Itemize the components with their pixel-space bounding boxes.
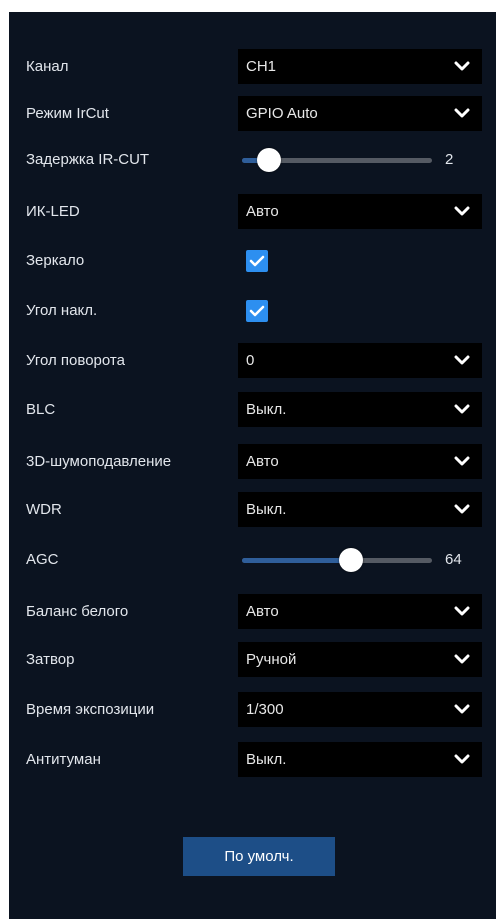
select-value: Авто	[246, 453, 279, 470]
white-balance-select[interactable]: Авто	[238, 594, 482, 629]
setting-row-shutter: Затвор Ручной	[9, 642, 496, 678]
setting-label-dnr-3d: 3D-шумоподавление	[26, 453, 172, 470]
setting-label-agc: AGC	[26, 551, 59, 568]
chevron-down-icon	[454, 754, 470, 764]
checkmark-icon	[249, 255, 265, 267]
channel-select[interactable]: CH1	[238, 49, 482, 84]
setting-label-white-balance: Баланс белого	[26, 603, 129, 620]
setting-row-agc: AGC 64	[9, 542, 496, 578]
setting-row-ir-led: ИК-LED Авто	[9, 194, 496, 230]
exposure-time-select[interactable]: 1/300	[238, 692, 482, 727]
checkmark-icon	[249, 305, 265, 317]
ircut-mode-select[interactable]: GPIO Auto	[238, 96, 482, 131]
select-value: Авто	[246, 203, 279, 220]
setting-row-wdr: WDR Выкл.	[9, 492, 496, 528]
defog-select[interactable]: Выкл.	[238, 742, 482, 777]
chevron-down-icon	[454, 206, 470, 216]
setting-label-channel: Канал	[26, 58, 69, 75]
rotation-select[interactable]: 0	[238, 343, 482, 378]
chevron-down-icon	[454, 504, 470, 514]
setting-label-flip: Угол накл.	[26, 302, 98, 319]
chevron-down-icon	[454, 704, 470, 714]
chevron-down-icon	[454, 456, 470, 466]
setting-row-defog: Антитуман Выкл.	[9, 742, 496, 778]
setting-row-rotation: Угол поворота 0	[9, 343, 496, 379]
chevron-down-icon	[454, 606, 470, 616]
setting-row-ircut-mode: Режим IrCut GPIO Auto	[9, 96, 496, 132]
setting-label-mirror: Зеркало	[26, 252, 85, 269]
setting-row-flip: Угол накл.	[9, 293, 496, 329]
flip-checkbox[interactable]	[246, 300, 268, 322]
setting-row-dnr-3d: 3D-шумоподавление Авто	[9, 444, 496, 480]
setting-label-ir-led: ИК-LED	[26, 203, 80, 220]
setting-row-exposure-time: Время экспозиции 1/300	[9, 692, 496, 728]
setting-label-ircut-delay: Задержка IR-CUT	[26, 151, 150, 168]
ircut-delay-slider[interactable]	[242, 142, 432, 178]
slider-thumb[interactable]	[257, 148, 281, 172]
setting-row-white-balance: Баланс белого Авто	[9, 594, 496, 630]
setting-row-blc: BLC Выкл.	[9, 392, 496, 428]
chevron-down-icon	[454, 61, 470, 71]
select-value: CH1	[246, 58, 277, 75]
chevron-down-icon	[454, 654, 470, 664]
select-value: Выкл.	[246, 751, 287, 768]
ir-led-select[interactable]: Авто	[238, 194, 482, 229]
shutter-select[interactable]: Ручной	[238, 642, 482, 677]
setting-row-channel: Канал CH1	[9, 49, 496, 85]
slider-thumb[interactable]	[339, 548, 363, 572]
select-value: Выкл.	[246, 501, 287, 518]
default-button[interactable]: По умолч.	[183, 837, 335, 876]
dnr-3d-select[interactable]: Авто	[238, 444, 482, 479]
select-value: 0	[246, 352, 255, 369]
setting-label-wdr: WDR	[26, 501, 62, 518]
select-value: Авто	[246, 603, 279, 620]
mirror-checkbox[interactable]	[246, 250, 268, 272]
select-value: Выкл.	[246, 401, 287, 418]
select-value: Ручной	[246, 651, 297, 668]
setting-label-defog: Антитуман	[26, 751, 101, 768]
chevron-down-icon	[454, 404, 470, 414]
agc-slider[interactable]	[242, 542, 432, 578]
setting-row-ircut-delay: Задержка IR-CUT 2	[9, 142, 496, 178]
setting-label-exposure-time: Время экспозиции	[26, 701, 155, 718]
chevron-down-icon	[454, 355, 470, 365]
setting-label-blc: BLC	[26, 401, 56, 418]
select-value: 1/300	[246, 701, 284, 718]
ircut-delay-value: 2	[445, 151, 454, 168]
agc-value: 64	[445, 551, 462, 568]
setting-label-rotation: Угол поворота	[26, 352, 125, 369]
setting-row-mirror: Зеркало	[9, 243, 496, 279]
image-settings-panel: Канал CH1 Режим IrCut GPIO Auto Задержка IR-…	[9, 12, 496, 919]
slider-fill	[242, 558, 351, 563]
blc-select[interactable]: Выкл.	[238, 392, 482, 427]
setting-label-ircut-mode: Режим IrCut	[26, 105, 109, 122]
wdr-select[interactable]: Выкл.	[238, 492, 482, 527]
setting-label-shutter: Затвор	[26, 651, 75, 668]
select-value: GPIO Auto	[246, 105, 318, 122]
chevron-down-icon	[454, 108, 470, 118]
